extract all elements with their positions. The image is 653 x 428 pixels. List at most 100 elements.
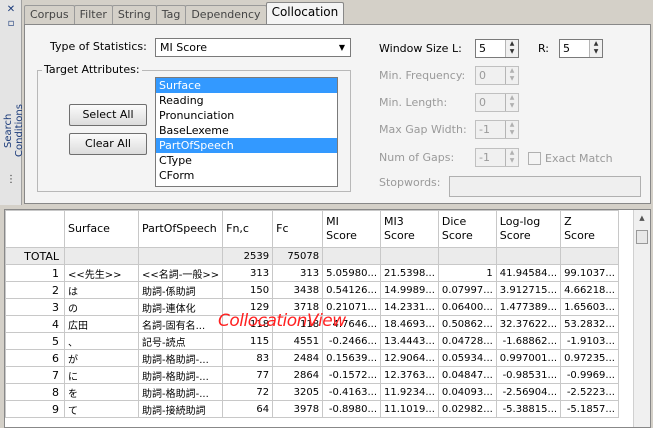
spinner-arrows-icon[interactable]: ▲ ▼	[589, 40, 602, 57]
table-cell[interactable]: を	[64, 383, 139, 401]
table-cell[interactable]: 64	[222, 400, 274, 418]
clear-all-button[interactable]: Clear All	[69, 133, 147, 155]
spinner-arrows-icon[interactable]: ▲ ▼	[505, 40, 518, 57]
table-cell[interactable]: 0.15639...	[322, 349, 382, 367]
table-cell[interactable]: 1.65603...	[560, 298, 619, 316]
row-header[interactable]: TOTAL	[5, 247, 65, 265]
table-cell[interactable]: 313	[222, 264, 274, 282]
table-cell[interactable]: 、	[64, 332, 139, 350]
scrollbar-thumb[interactable]	[636, 230, 648, 244]
table-cell[interactable]: 11.1019...	[380, 400, 439, 418]
attribute-option-baselexeme[interactable]: BaseLexeme	[156, 123, 337, 138]
table-cell[interactable]: 助詞-係助詞	[137, 281, 224, 299]
attribute-option-surface[interactable]: Surface	[156, 78, 337, 93]
exact-match-checkbox[interactable]	[528, 152, 541, 165]
tab-dependency[interactable]: Dependency	[185, 5, 267, 24]
table-cell[interactable]: 助詞-格助詞-...	[137, 349, 224, 367]
table-cell[interactable]: 11.9234...	[380, 383, 439, 401]
column-header-dice-score[interactable]: Dice Score	[437, 210, 497, 248]
table-cell[interactable]	[495, 247, 562, 265]
scroll-up-icon[interactable]: ▲	[634, 210, 650, 227]
tab-string[interactable]: String	[111, 5, 157, 24]
table-total-row[interactable]: TOTAL 2539 75078	[5, 247, 619, 265]
table-cell[interactable]: 3.912715...	[495, 281, 562, 299]
table-cell[interactable]: 0.54126...	[322, 281, 382, 299]
table-row[interactable]: 6 が助詞-格助詞-... 83 2484 0.15639... 12.9064... 0.…	[5, 349, 619, 367]
table-cell[interactable]: -0.9969...	[560, 366, 619, 384]
table-cell[interactable]: 1	[437, 264, 497, 282]
tab-tag[interactable]: Tag	[155, 5, 187, 24]
table-cell[interactable]	[64, 247, 139, 265]
attribute-option-pronunciation[interactable]: Pronunciation	[156, 108, 337, 123]
table-cell[interactable]: 75078	[272, 247, 324, 265]
table-cell[interactable]: 0.07997...	[437, 281, 497, 299]
more-icon[interactable]: ⋮	[6, 175, 16, 185]
table-cell[interactable]: 0.02982...	[437, 400, 497, 418]
tab-filter[interactable]: Filter	[73, 5, 113, 24]
row-header[interactable]: 9	[5, 400, 65, 418]
table-cell[interactable]: 0.97235...	[560, 349, 619, 367]
attribute-option-ctype[interactable]: CType	[156, 153, 337, 168]
table-cell[interactable]: 0.05934...	[437, 349, 497, 367]
table-cell[interactable]: 4.66218...	[560, 281, 619, 299]
row-header[interactable]: 2	[5, 281, 65, 299]
table-cell[interactable]: 12.9064...	[380, 349, 439, 367]
column-header[interactable]	[5, 210, 65, 248]
table-cell[interactable]: -0.1572...	[322, 366, 382, 384]
column-header-z-score[interactable]: Z Score	[560, 210, 619, 248]
table-cell[interactable]: 記号-読点	[137, 332, 224, 350]
row-header[interactable]: 8	[5, 383, 65, 401]
table-cell[interactable]: 72	[222, 383, 274, 401]
pin-icon[interactable]: ▫	[4, 17, 18, 30]
row-header[interactable]: 1	[5, 264, 65, 282]
window-r-spinner[interactable]: 5 ▲ ▼	[559, 39, 603, 58]
table-cell[interactable]: -1.9103...	[560, 332, 619, 350]
table-cell[interactable]	[137, 247, 224, 265]
row-header[interactable]: 3	[5, 298, 65, 316]
table-cell[interactable]: 53.2832...	[560, 315, 619, 333]
num-of-gaps-spinner[interactable]: -1 ▲ ▼	[475, 148, 519, 167]
table-cell[interactable]: 広田	[64, 315, 139, 333]
table-row[interactable]: 8 を助詞-格助詞-... 72 3205 -0.4163... 11.9234... 0.…	[5, 383, 619, 401]
table-cell[interactable]: 3978	[272, 400, 324, 418]
table-cell[interactable]: 14.2331...	[380, 298, 439, 316]
table-cell[interactable]: -0.4163...	[322, 383, 382, 401]
column-header-partofspeech[interactable]: PartOfSpeech	[137, 210, 224, 248]
table-cell[interactable]: -2.56904...	[495, 383, 562, 401]
table-cell[interactable]	[380, 247, 439, 265]
table-cell[interactable]: 18.4693...	[380, 315, 439, 333]
attribute-option-cform[interactable]: CForm	[156, 168, 337, 183]
table-cell[interactable]: 0.997001...	[495, 349, 562, 367]
table-cell[interactable]: 助詞-格助詞-...	[137, 383, 224, 401]
table-cell[interactable]	[560, 247, 619, 265]
attribute-option-partofspeech[interactable]: PartOfSpeech	[156, 138, 337, 153]
tab-corpus[interactable]: Corpus	[24, 5, 75, 24]
table-cell[interactable]: 115	[222, 332, 274, 350]
column-header-mi-score[interactable]: MI Score	[322, 210, 382, 248]
min-frequency-spinner[interactable]: 0 ▲ ▼	[475, 66, 519, 85]
table-cell[interactable]: -0.2466...	[322, 332, 382, 350]
table-cell[interactable]: に	[64, 366, 139, 384]
row-header[interactable]: 6	[5, 349, 65, 367]
table-cell[interactable]: 2864	[272, 366, 324, 384]
table-cell[interactable]: -0.98531...	[495, 366, 562, 384]
table-cell[interactable]	[437, 247, 497, 265]
table-row[interactable]: 7 に助詞-格助詞-... 77 2864 -0.1572... 12.3763... 0.…	[5, 366, 619, 384]
table-cell[interactable]: 41.94584...	[495, 264, 562, 282]
table-cell[interactable]: 0.50862...	[437, 315, 497, 333]
table-cell[interactable]: 99.1037...	[560, 264, 619, 282]
table-cell[interactable]: 77	[222, 366, 274, 384]
target-attributes-list[interactable]: Surface Reading Pronunciation BaseLexeme…	[155, 77, 338, 187]
table-cell[interactable]: 83	[222, 349, 274, 367]
table-row[interactable]: 5、記号-読点 115 4551 -0.2466... 13.4443... 0.0472…	[5, 332, 619, 350]
table-cell[interactable]: 助詞-連体化	[137, 298, 224, 316]
statistics-type-select[interactable]: MI Score ▼	[155, 38, 351, 57]
table-cell[interactable]: 3438	[272, 281, 324, 299]
table-cell[interactable]: 13.4443...	[380, 332, 439, 350]
table-cell[interactable]: 1.477389...	[495, 298, 562, 316]
max-gap-width-spinner[interactable]: -1 ▲ ▼	[475, 120, 519, 139]
table-cell[interactable]: 2484	[272, 349, 324, 367]
table-cell[interactable]: が	[64, 349, 139, 367]
vertical-scrollbar[interactable]: ▲	[633, 210, 650, 427]
table-cell[interactable]	[322, 247, 382, 265]
